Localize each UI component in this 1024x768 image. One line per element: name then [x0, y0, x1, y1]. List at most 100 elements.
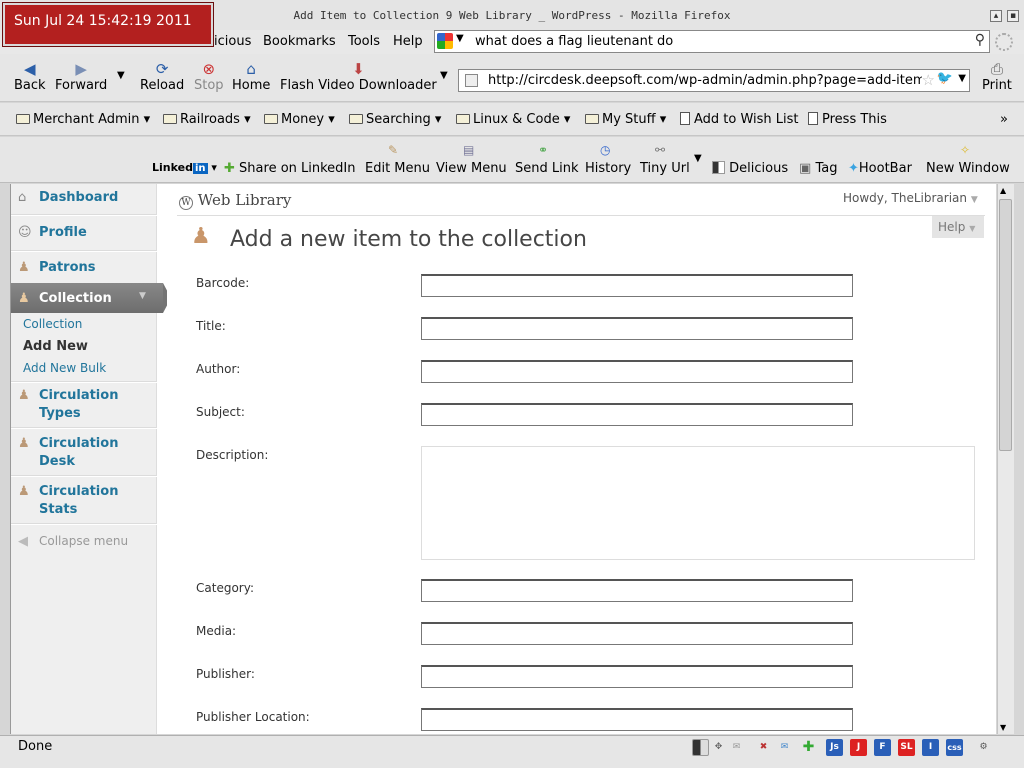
addon-puzzle-icon[interactable]: ✚ [800, 739, 817, 756]
forward-button[interactable]: ▶ Forward [55, 60, 107, 93]
tiny-url-button[interactable]: Tiny Url [640, 161, 690, 176]
mail-check-icon[interactable]: ✉ [776, 739, 793, 756]
hootbar-button[interactable]: ✦HootBar [848, 161, 912, 176]
url-text[interactable]: http://circdesk.deepsoft.com/wp-admin/ad… [488, 73, 926, 88]
subject-input[interactable] [421, 403, 853, 426]
send-link-button[interactable]: Send Link [515, 161, 579, 176]
publisher-input[interactable] [421, 665, 853, 688]
collapse-menu-button[interactable]: ◀ Collapse menu [11, 534, 157, 549]
menu-help[interactable]: Help [393, 34, 423, 49]
twitter-icon[interactable]: 🐦 [936, 71, 953, 86]
help-tab[interactable]: Help ▼ [932, 216, 984, 238]
delicious-button[interactable]: Delicious [712, 161, 788, 176]
sidebar-item-circulation-desk[interactable]: ♟ Circulation Desk [11, 435, 157, 471]
bookmark-folder-railroads[interactable]: Railroads ▾ [163, 112, 251, 127]
bookmark-star-icon[interactable]: ☆ [921, 71, 935, 89]
home-button[interactable]: ⌂ Home [232, 60, 270, 93]
url-bar[interactable]: http://circdesk.deepsoft.com/wp-admin/ad… [458, 69, 970, 92]
sidebar-label: Patrons [39, 260, 96, 275]
scroll-down-icon[interactable]: ▼ [1000, 723, 1006, 732]
maximize-icon[interactable]: ▪ [1007, 10, 1019, 22]
menu-bookmarks[interactable]: Bookmarks [263, 34, 336, 49]
print-button[interactable]: ⎙ Print [982, 60, 1012, 93]
back-arrow-icon: ◀ [24, 60, 36, 78]
bookmark-label: Add to Wish List [694, 112, 799, 127]
new-window-button[interactable]: New Window [926, 161, 1010, 176]
javascript-toggle-icon[interactable]: Js [826, 739, 843, 756]
sidebar-item-circulation-stats[interactable]: ♟ Circulation Stats [11, 483, 157, 519]
publisher-location-input[interactable] [421, 708, 853, 731]
librarian-icon: ♟ [18, 436, 30, 451]
sidebar-item-dashboard[interactable]: ⌂ Dashboard [11, 190, 157, 205]
mail-status-icon[interactable]: ✉ [728, 739, 745, 756]
flash-toggle-icon[interactable]: F [874, 739, 891, 756]
google-icon[interactable] [437, 33, 453, 49]
stop-button[interactable]: ⊗ Stop [194, 60, 224, 93]
linkedin-label: Linked [152, 161, 193, 174]
delicious-icon [712, 161, 725, 174]
search-input[interactable]: what does a flag lieutenant do [475, 34, 673, 49]
menu-delicious[interactable]: icious [214, 34, 251, 49]
sidebar-item-patrons[interactable]: ♟ Patrons [11, 260, 157, 275]
share-on-linkedin-button[interactable]: ✚ Share on LinkedIn [224, 161, 356, 176]
bookmark-folder-searching[interactable]: Searching ▾ [349, 112, 441, 127]
bookmark-press-this[interactable]: Press This [808, 112, 887, 127]
bookmarks-overflow-button[interactable]: » [1000, 112, 1008, 127]
submenu-add-new-bulk[interactable]: Add New Bulk [23, 361, 106, 375]
history-dropdown-icon[interactable]: ▼ [117, 70, 125, 81]
minimize-icon[interactable]: ▴ [990, 10, 1002, 22]
description-label: Description: [196, 448, 269, 462]
publisher-location-label: Publisher Location: [196, 710, 310, 724]
forward-label: Forward [55, 78, 108, 93]
url-dropdown-icon[interactable]: ▼ [958, 73, 966, 84]
howdy-user[interactable]: Howdy, TheLibrarian ▼ [843, 191, 978, 205]
flash-dropdown-icon[interactable]: ▼ [440, 70, 448, 81]
author-input[interactable] [421, 360, 853, 383]
delicious-status-icon[interactable] [692, 739, 709, 756]
scroll-up-icon[interactable]: ▲ [1000, 186, 1006, 195]
search-icon[interactable]: ⚲ [975, 32, 985, 48]
linkedin-button[interactable]: Linked in ▾ [152, 161, 217, 174]
submenu-add-new[interactable]: Add New [23, 339, 88, 354]
submenu-collection[interactable]: Collection [23, 317, 82, 331]
silverlight-toggle-icon[interactable]: SL [898, 739, 915, 756]
reload-button[interactable]: ⟳ Reload [140, 60, 184, 93]
addon-dropdown-icon[interactable]: ▼ [694, 153, 702, 164]
media-input[interactable] [421, 622, 853, 645]
history-button[interactable]: History [585, 161, 631, 176]
site-title[interactable]: Web Library [198, 191, 292, 209]
sidebar-divider [11, 381, 157, 383]
search-box[interactable]: ▼ what does a flag lieutenant do ⚲ [434, 30, 990, 53]
title-input[interactable] [421, 317, 853, 340]
settings-gear-icon[interactable]: ⚙ [975, 739, 992, 756]
menu-tools[interactable]: Tools [348, 34, 380, 49]
bookmark-folder-my-stuff[interactable]: My Stuff ▾ [585, 112, 666, 127]
bookmark-folder-money[interactable]: Money ▾ [264, 112, 335, 127]
java-toggle-icon[interactable]: J [850, 739, 867, 756]
bookmark-add-to-wish-list[interactable]: Add to Wish List [680, 112, 799, 127]
tag-button[interactable]: ▣ Tag [799, 161, 837, 176]
flash-video-downloader-button[interactable]: ⬇ Flash Video Downloader [280, 60, 437, 93]
collapse-left-icon: ◀ [18, 534, 28, 549]
grid-status-icon[interactable]: ✥ [710, 739, 727, 756]
images-toggle-icon[interactable]: I [922, 739, 939, 756]
collapse-arrow-icon[interactable]: ▼ [139, 291, 146, 301]
bookmark-folder-linux-code[interactable]: Linux & Code ▾ [456, 112, 570, 127]
reload-label: Reload [140, 78, 185, 93]
description-textarea[interactable] [421, 446, 975, 560]
scrollbar-thumb[interactable] [999, 199, 1012, 451]
bookmark-folder-merchant-admin[interactable]: Merchant Admin ▾ [16, 112, 150, 127]
edit-menu-button[interactable]: Edit Menu [365, 161, 430, 176]
back-button[interactable]: ◀ Back [14, 60, 46, 93]
chevron-down-icon[interactable]: ▼ [456, 33, 464, 44]
sidebar-label: Circulation Desk [39, 436, 119, 469]
sidebar-item-circulation-types[interactable]: ♟ Circulation Types [11, 387, 157, 423]
css-toggle-icon[interactable]: css [946, 739, 963, 756]
download-status-icon[interactable]: ✖ [755, 739, 772, 756]
category-input[interactable] [421, 579, 853, 602]
sidebar-item-collection[interactable]: ♟ Collection ▼ [11, 283, 171, 313]
house-icon: ⌂ [18, 190, 27, 205]
view-menu-button[interactable]: View Menu [436, 161, 507, 176]
sidebar-item-profile[interactable]: ☺ Profile [11, 225, 157, 240]
barcode-input[interactable] [421, 274, 853, 297]
